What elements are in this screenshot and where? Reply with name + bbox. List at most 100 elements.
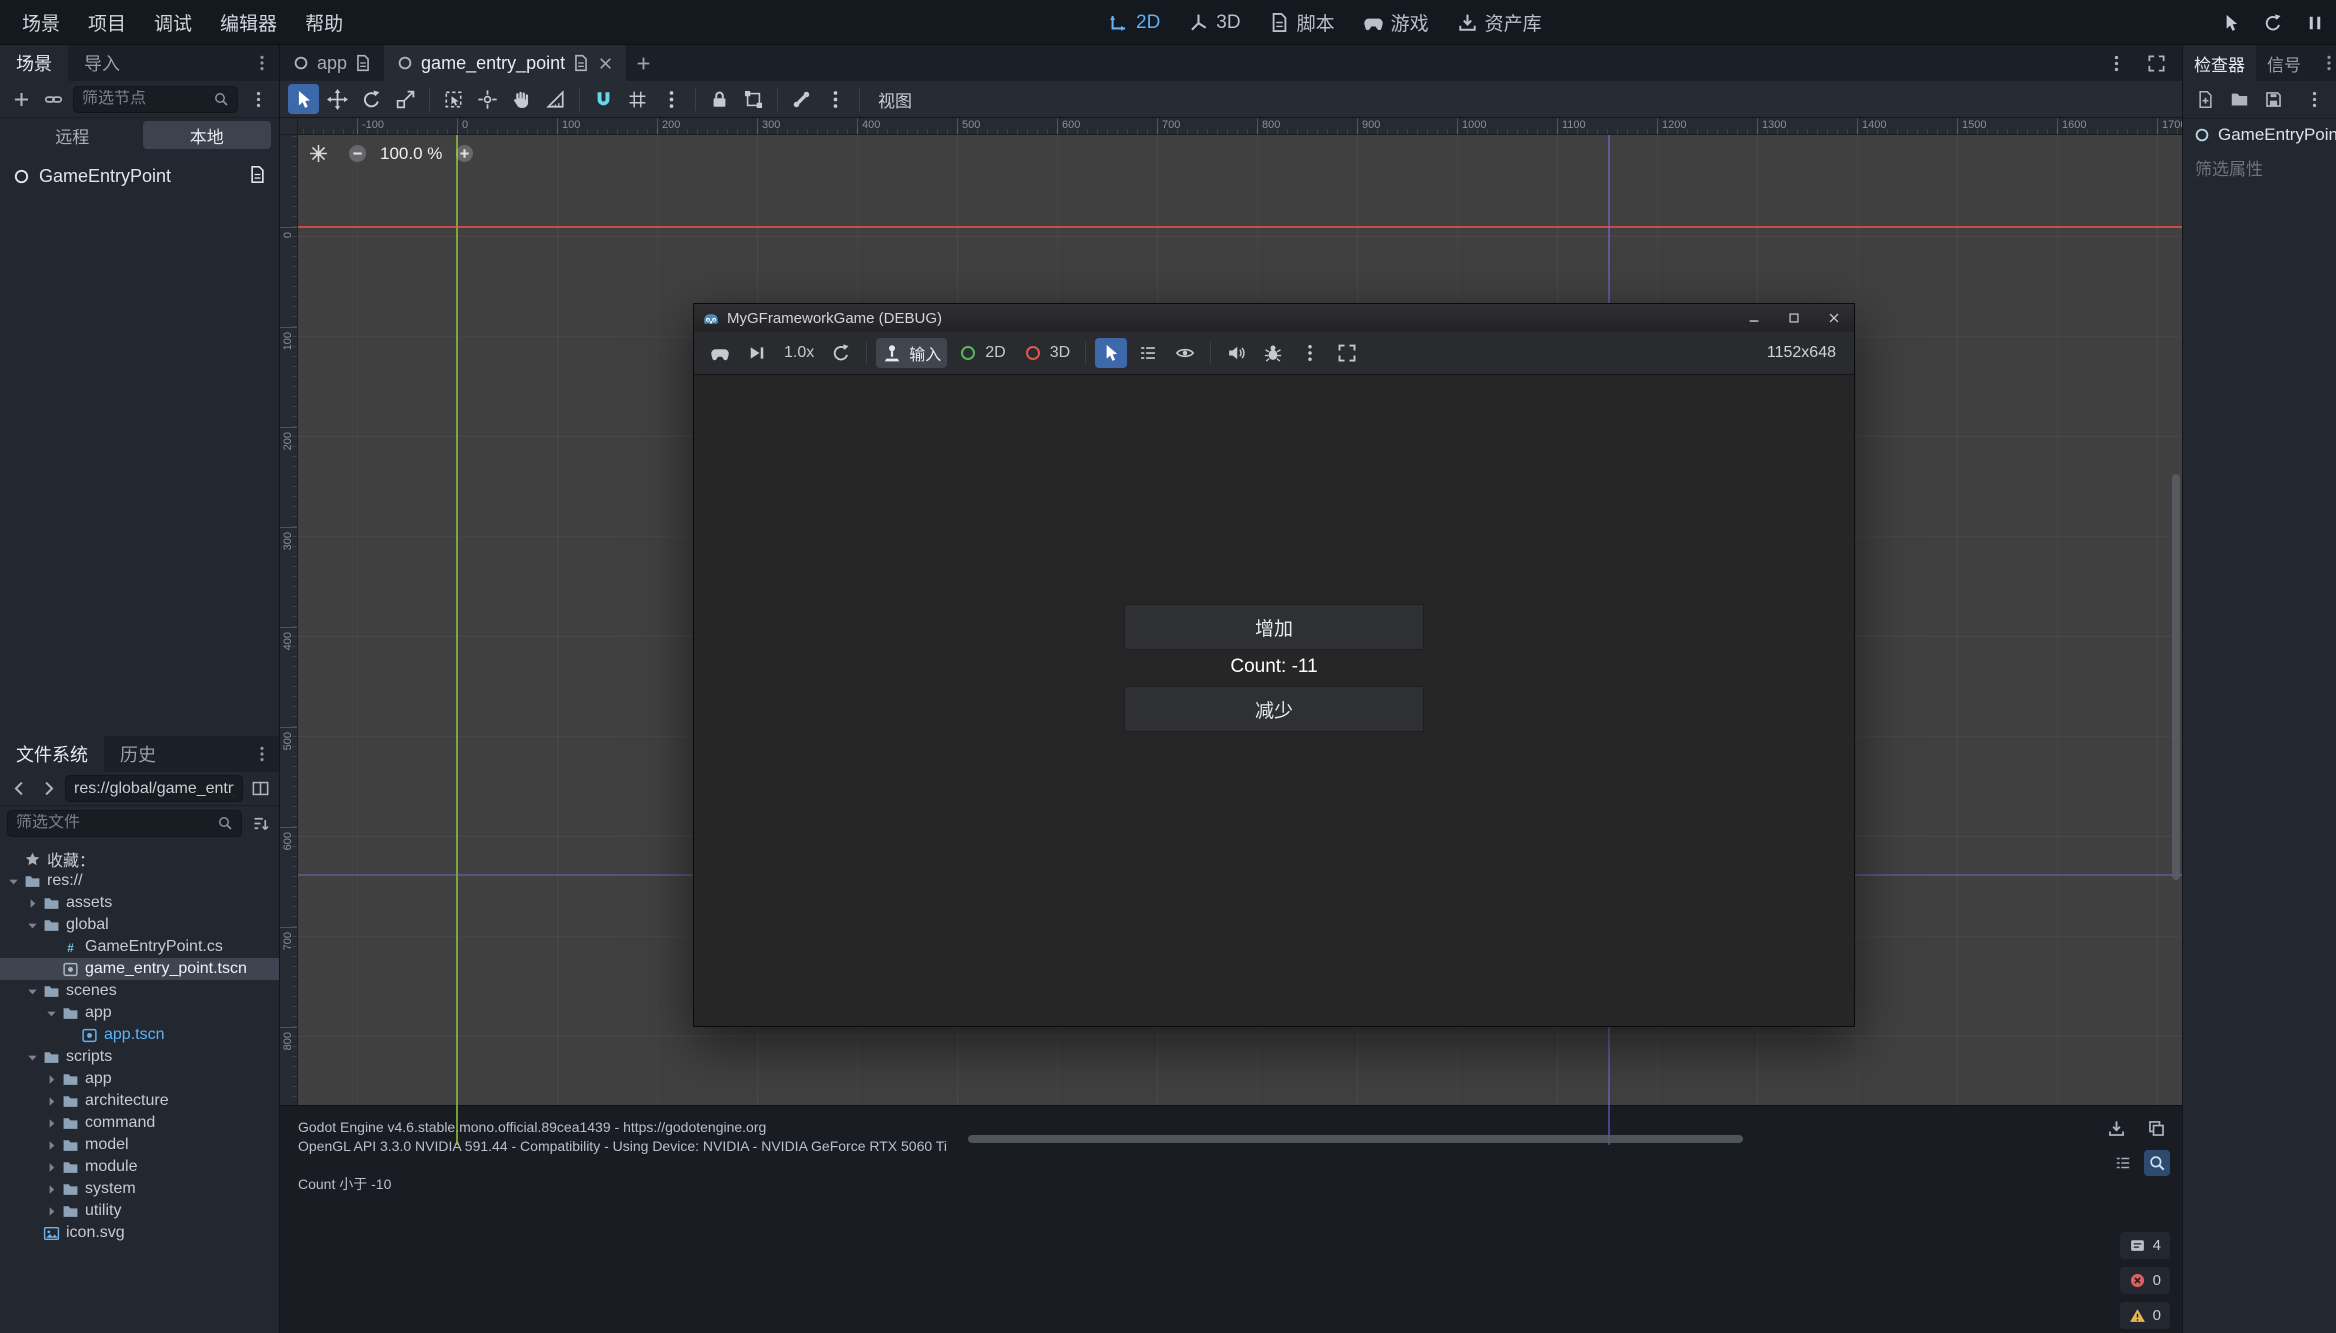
history-back-button[interactable] bbox=[7, 777, 31, 801]
game-window[interactable]: MyGFrameworkGame (DEBUG) 1.0x 输 bbox=[693, 303, 1855, 1027]
collapse-duplicates-button[interactable] bbox=[2110, 1150, 2136, 1176]
scene-dock-tab-item[interactable]: 场景 bbox=[0, 45, 68, 81]
fs-item-module[interactable]: module bbox=[0, 1156, 279, 1178]
list-select-tool-button[interactable] bbox=[438, 84, 469, 114]
fs-item-app-tscn[interactable]: app.tscn bbox=[0, 1024, 279, 1046]
zoom-level[interactable]: 100.0 % bbox=[380, 144, 442, 164]
menu-2[interactable]: 调试 bbox=[140, 0, 206, 44]
scene-tree[interactable]: GameEntryPoint bbox=[0, 153, 279, 781]
minimize-button[interactable] bbox=[1734, 304, 1774, 332]
expand-viewport-button[interactable] bbox=[2144, 51, 2168, 75]
pause-button[interactable] bbox=[2302, 10, 2328, 36]
scene-dock-tab-item[interactable]: 导入 bbox=[68, 45, 136, 81]
fs-item-command[interactable]: command bbox=[0, 1112, 279, 1134]
snap-options-tool-button[interactable] bbox=[656, 84, 687, 114]
game-menu-button[interactable] bbox=[1294, 338, 1326, 368]
fs-item-assets[interactable]: assets bbox=[0, 892, 279, 914]
filesystem-dock-tabs-menu[interactable] bbox=[245, 736, 279, 772]
history-forward-button[interactable] bbox=[36, 777, 60, 801]
node-list-button[interactable] bbox=[1132, 338, 1164, 368]
edited-object-row[interactable]: GameEntryPoint bbox=[2183, 119, 2336, 151]
scene-tab-game-entry-point[interactable]: game_entry_point bbox=[384, 45, 626, 81]
property-filter[interactable]: 筛选属性 bbox=[2183, 151, 2336, 183]
sort-files-button[interactable] bbox=[248, 811, 272, 835]
workspace-tab-2d[interactable]: 2D bbox=[1108, 12, 1160, 34]
inspector-dock-tabs-menu[interactable] bbox=[2312, 45, 2336, 81]
search-log-button[interactable] bbox=[2144, 1150, 2170, 1176]
fs-item-icon-svg[interactable]: icon.svg bbox=[0, 1222, 279, 1244]
menu-1[interactable]: 项目 bbox=[74, 0, 140, 44]
camera-2d-toggle[interactable]: 2D bbox=[952, 338, 1011, 368]
menu-4[interactable]: 帮助 bbox=[291, 0, 357, 44]
fs-item-scripts[interactable]: scripts bbox=[0, 1046, 279, 1068]
fs-item-item[interactable]: 收藏： bbox=[0, 848, 279, 870]
fs-item-architecture[interactable]: architecture bbox=[0, 1090, 279, 1112]
filesystem-dock-tab-item[interactable]: 历史 bbox=[104, 736, 172, 772]
path-field[interactable] bbox=[65, 775, 243, 802]
fs-item-app[interactable]: app bbox=[0, 1068, 279, 1090]
fs-item-system[interactable]: system bbox=[0, 1178, 279, 1200]
center-view-icon[interactable] bbox=[308, 143, 329, 164]
debug-options-button[interactable] bbox=[1257, 338, 1289, 368]
scene-dock-tabs-menu[interactable] bbox=[245, 45, 279, 81]
add-node-button[interactable] bbox=[9, 87, 33, 111]
scale-tool-button[interactable] bbox=[390, 84, 421, 114]
new-scene-tab-button[interactable] bbox=[626, 45, 660, 81]
speed-dropdown[interactable]: 1.0x bbox=[778, 338, 820, 368]
game-controls-button[interactable] bbox=[704, 338, 736, 368]
measure-tool-button[interactable] bbox=[540, 84, 571, 114]
next-frame-button[interactable] bbox=[741, 338, 773, 368]
game-select-tool-button[interactable] bbox=[1095, 338, 1127, 368]
visibility-button[interactable] bbox=[1169, 338, 1201, 368]
group-tool-button[interactable] bbox=[738, 84, 769, 114]
fs-item-gameentrypoint-cs[interactable]: #GameEntryPoint.cs bbox=[0, 936, 279, 958]
path-input[interactable] bbox=[74, 780, 234, 798]
errors-counter[interactable]: 0 bbox=[2120, 1267, 2170, 1294]
fs-item-game-entry-point-tscn[interactable]: game_entry_point.tscn bbox=[0, 958, 279, 980]
file-tree[interactable]: 收藏：res://assetsglobal#GameEntryPoint.csg… bbox=[0, 844, 279, 1333]
inspector-dock-tab-item[interactable]: 信号 bbox=[2256, 45, 2312, 81]
menu-3[interactable]: 编辑器 bbox=[206, 0, 291, 44]
workspace-tab-script[interactable]: 脚本 bbox=[1269, 9, 1335, 36]
node-filter[interactable] bbox=[73, 86, 238, 113]
fs-item-global[interactable]: global bbox=[0, 914, 279, 936]
workspace-tab-assetlib[interactable]: 资产库 bbox=[1457, 9, 1542, 36]
mode-item-button[interactable]: 远程 bbox=[8, 121, 137, 149]
save-log-button[interactable] bbox=[2104, 1116, 2128, 1140]
fullscreen-button[interactable] bbox=[1331, 338, 1363, 368]
new-resource-button[interactable] bbox=[2193, 88, 2217, 112]
pointer-button[interactable] bbox=[2218, 10, 2244, 36]
game-window-titlebar[interactable]: MyGFrameworkGame (DEBUG) bbox=[694, 304, 1854, 332]
maximize-button[interactable] bbox=[1774, 304, 1814, 332]
file-filter[interactable] bbox=[7, 810, 242, 837]
rotate-tool-button[interactable] bbox=[356, 84, 387, 114]
pan-tool-button[interactable] bbox=[506, 84, 537, 114]
tab-list-menu-button[interactable] bbox=[2104, 51, 2128, 75]
audio-mute-button[interactable] bbox=[1220, 338, 1252, 368]
skeleton-options-tool-button[interactable] bbox=[820, 84, 851, 114]
camera-3d-toggle[interactable]: 3D bbox=[1017, 338, 1076, 368]
menu-0[interactable]: 场景 bbox=[8, 0, 74, 44]
inspector-menu-button[interactable] bbox=[2302, 88, 2326, 112]
canvas-viewport[interactable]: 100.0 % MyGFrameworkGame (DEBUG) bbox=[298, 135, 2182, 1145]
fs-item-app[interactable]: app bbox=[0, 1002, 279, 1024]
save-resource-button[interactable] bbox=[2261, 88, 2285, 112]
copy-log-button[interactable] bbox=[2144, 1116, 2168, 1140]
decrease-button[interactable]: 减少 bbox=[1124, 686, 1424, 732]
fs-item-model[interactable]: model bbox=[0, 1134, 279, 1156]
lock-tool-button[interactable] bbox=[704, 84, 735, 114]
move-tool-button[interactable] bbox=[322, 84, 353, 114]
view-menu-button[interactable]: 视图 bbox=[868, 87, 922, 112]
select-tool-button[interactable] bbox=[288, 84, 319, 114]
smart-snap-tool-button[interactable] bbox=[588, 84, 619, 114]
output-log[interactable]: Godot Engine v4.6.stable.mono.official.8… bbox=[280, 1106, 2182, 1194]
horizontal-scrollbar[interactable] bbox=[968, 1135, 1743, 1143]
node-filter-input[interactable] bbox=[82, 90, 213, 108]
zoom-out-icon[interactable] bbox=[347, 143, 368, 164]
workspace-tab-3d[interactable]: 3D bbox=[1188, 12, 1240, 34]
scene-tree-menu-button[interactable] bbox=[246, 87, 270, 111]
file-filter-input[interactable] bbox=[16, 814, 217, 832]
input-mode-toggle[interactable]: 输入 bbox=[876, 338, 947, 368]
filesystem-dock-tab-item[interactable]: 文件系统 bbox=[0, 736, 104, 772]
close-button[interactable] bbox=[1814, 304, 1854, 332]
